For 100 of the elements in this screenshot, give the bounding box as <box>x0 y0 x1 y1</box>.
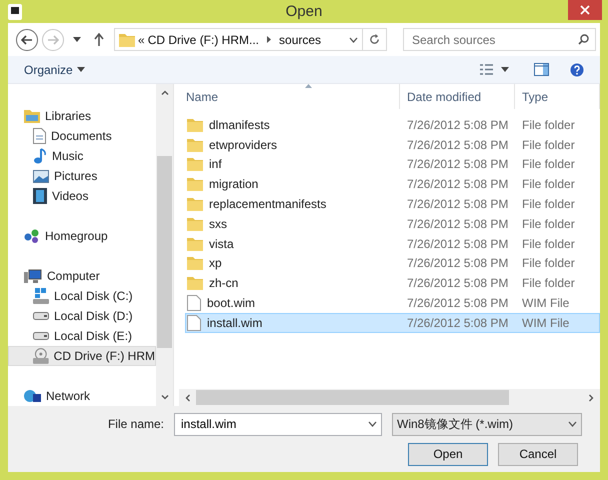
file-name: xp <box>209 256 222 270</box>
horizontal-scrollbar[interactable] <box>179 389 600 406</box>
sidebar-item[interactable]: Local Disk (E:) <box>8 326 156 346</box>
folder-icon <box>119 32 135 46</box>
preview-pane-icon <box>534 63 548 76</box>
sidebar-item[interactable]: Documents <box>8 126 156 146</box>
file-row[interactable]: zh-cn 7/26/2012 5:08 PM File folder <box>185 273 600 294</box>
chevron-down-icon <box>368 421 377 427</box>
music-note-icon <box>33 148 47 164</box>
close-icon <box>580 5 590 15</box>
address-bar[interactable]: « CD Drive (F:) HRM... sources <box>114 28 387 51</box>
scrollbar-thumb[interactable] <box>157 156 172 348</box>
back-button[interactable] <box>16 28 38 50</box>
file-icon <box>187 295 201 312</box>
sidebar-item[interactable]: Local Disk (D:) <box>8 306 156 326</box>
chevron-down-icon <box>348 36 358 42</box>
sidebar-item[interactable]: Libraries <box>8 106 156 126</box>
system-drive-icon <box>33 288 49 304</box>
date-modified: 7/26/2012 5:08 PM <box>406 157 510 172</box>
help-icon <box>570 62 584 76</box>
details-view-icon <box>480 64 492 75</box>
sidebar-item[interactable]: Videos <box>8 186 156 206</box>
file-type: File folder <box>521 138 576 152</box>
folder-icon <box>187 118 203 132</box>
scroll-down-icon <box>160 395 168 400</box>
file-type: File folder <box>521 197 576 212</box>
folder-icon <box>187 157 203 172</box>
file-row[interactable]: etwproviders 7/26/2012 5:08 PM File folder <box>185 134 600 155</box>
picture-icon <box>33 170 49 182</box>
breadcrumb-segment[interactable]: sources <box>279 32 322 46</box>
sidebar-item[interactable]: CD Drive (F:) HRM <box>8 346 156 366</box>
sidebar-item[interactable]: Network <box>8 386 156 406</box>
column-header[interactable]: Name <box>179 84 400 109</box>
column-header[interactable]: Type <box>515 84 600 109</box>
folder-icon <box>187 177 203 192</box>
cancel-button[interactable]: Cancel <box>498 442 578 466</box>
vertical-scrollbar[interactable] <box>156 84 173 406</box>
file-row[interactable]: migration 7/26/2012 5:08 PM File folder <box>185 174 600 194</box>
overflow-chevron[interactable]: « <box>138 32 145 46</box>
file-name-combo-box[interactable]: install.wim <box>174 412 382 436</box>
sidebar-item[interactable]: Local Disk (C:) <box>8 286 156 306</box>
file-row[interactable]: boot.wim 7/26/2012 5:08 PM WIM File <box>185 293 600 313</box>
window-title: Open <box>286 3 322 20</box>
file-row[interactable]: dlmanifests 7/26/2012 5:08 PM File folder <box>185 115 600 135</box>
file-row[interactable]: replacementmanifests 7/26/2012 5:08 PM File folder <box>185 194 600 214</box>
file-type: File folder <box>521 276 576 290</box>
date-modified: 7/26/2012 5:08 PM <box>406 256 510 270</box>
file-name-label: File name: <box>108 417 164 431</box>
file-row[interactable]: vista 7/26/2012 5:08 PM File folder <box>185 234 600 254</box>
folder-icon <box>187 216 203 231</box>
file-name: boot.wim <box>207 296 256 310</box>
search-box[interactable]: Search sources <box>403 28 596 51</box>
file-type-dropdown[interactable]: Win8镜像文件 (*.wim) <box>392 412 582 436</box>
column-header[interactable]: Date modified <box>400 84 515 109</box>
sidebar-item[interactable]: Music <box>8 146 156 166</box>
open-button[interactable]: Open <box>408 442 488 466</box>
file-name: sxs <box>209 216 227 231</box>
organize-menu[interactable]: Organize <box>22 60 87 78</box>
date-modified: 7/26/2012 5:08 PM <box>406 138 510 152</box>
file-row[interactable]: xp 7/26/2012 5:08 PM File folder <box>185 254 600 274</box>
close-button[interactable] <box>568 0 602 20</box>
file-name: replacementmanifests <box>209 197 326 212</box>
refresh-icon <box>369 34 380 45</box>
drive-icon <box>33 312 49 320</box>
computer-icon <box>24 268 42 284</box>
cd-drive-icon <box>33 348 49 364</box>
date-modified: 7/26/2012 5:08 PM <box>406 316 510 330</box>
document-icon <box>33 128 46 144</box>
sidebar-item[interactable]: Computer <box>8 266 156 286</box>
date-modified: 7/26/2012 5:08 PM <box>406 118 510 132</box>
date-modified: 7/26/2012 5:08 PM <box>406 177 510 192</box>
search-icon <box>578 34 589 45</box>
file-name: zh-cn <box>209 276 238 290</box>
file-type: File folder <box>521 236 576 251</box>
homegroup-icon <box>24 229 40 243</box>
file-row[interactable]: inf 7/26/2012 5:08 PM File folder <box>185 154 600 174</box>
forward-arrow-icon <box>47 34 59 44</box>
date-modified: 7/26/2012 5:08 PM <box>406 296 510 310</box>
caret-icon <box>76 67 85 72</box>
file-row[interactable]: sxs 7/26/2012 5:08 PM File folder <box>185 214 600 234</box>
date-modified: 7/26/2012 5:08 PM <box>406 236 510 251</box>
file-type: File folder <box>521 216 576 231</box>
file-type: WIM File <box>521 296 570 310</box>
back-arrow-icon <box>21 34 33 44</box>
scrollbar-thumb[interactable] <box>196 390 509 405</box>
sidebar-item[interactable]: Pictures <box>8 166 156 186</box>
file-row[interactable]: install.wim 7/26/2012 5:08 PM WIM File <box>185 312 600 333</box>
date-modified: 7/26/2012 5:08 PM <box>406 216 510 231</box>
date-modified: 7/26/2012 5:08 PM <box>406 276 510 290</box>
file-name: vista <box>209 236 234 251</box>
folder-icon <box>187 236 203 251</box>
file-name: migration <box>209 177 258 192</box>
drive-icon <box>33 332 49 340</box>
file-type: File folder <box>521 256 576 270</box>
chevron-down-icon <box>568 421 577 427</box>
file-type: File folder <box>521 157 576 172</box>
breadcrumb-segment[interactable]: CD Drive (F:) HRM... <box>148 32 260 46</box>
file-name: dlmanifests <box>209 118 270 132</box>
sidebar-item[interactable]: Homegroup <box>8 226 156 246</box>
film-icon <box>33 188 47 204</box>
